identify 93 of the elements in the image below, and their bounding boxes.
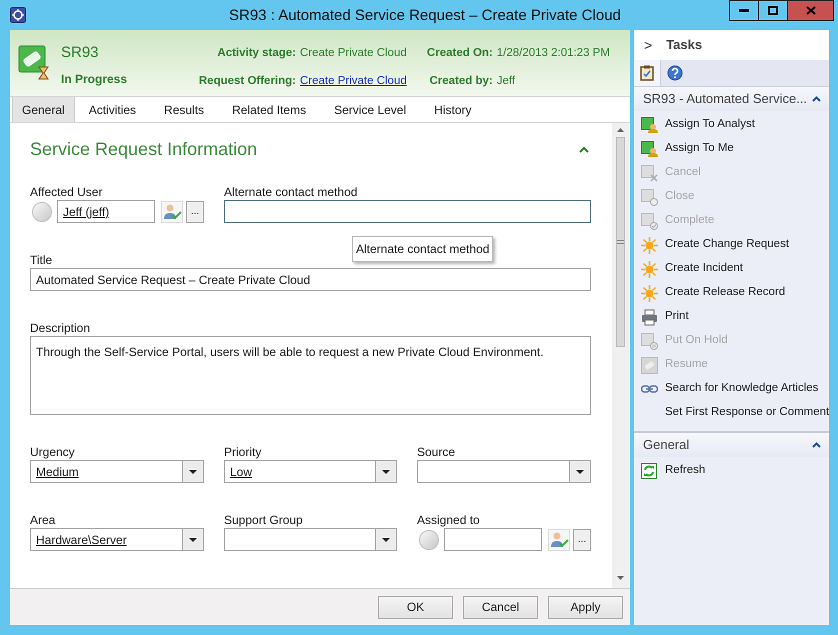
- dialog-button[interactable]: OK: [378, 596, 453, 618]
- dropdown-arrow-icon[interactable]: [382, 538, 390, 542]
- tab[interactable]: Related Items: [218, 97, 320, 122]
- assign-user-icon: [641, 140, 658, 158]
- status-indicator: [419, 530, 439, 550]
- user-field[interactable]: [444, 528, 542, 551]
- pane-title: Tasks: [666, 36, 702, 54]
- section-heading: General: [643, 436, 690, 454]
- pane-tab[interactable]: [634, 60, 661, 86]
- collapse-icon[interactable]: [812, 442, 822, 448]
- request-status: In Progress: [61, 70, 128, 88]
- user-field[interactable]: Jeff (jeff): [57, 200, 155, 223]
- assign-user-icon: [641, 116, 658, 134]
- detail-label: Activity stage:: [216, 46, 296, 61]
- request-offering-link[interactable]: Create Private Cloud: [300, 73, 407, 90]
- disabled-hold-icon: [641, 332, 658, 350]
- person-check-icon: [548, 528, 570, 550]
- expand-pane-button[interactable]: >: [644, 34, 652, 56]
- grip-icon: [617, 240, 624, 244]
- maximize-icon: [768, 6, 778, 15]
- text-field[interactable]: [224, 200, 591, 223]
- scrollbar[interactable]: [612, 123, 629, 588]
- section-title: Service Request Information: [30, 138, 258, 161]
- dropdown-arrow-icon[interactable]: [382, 470, 390, 474]
- disabled-cancel-icon: [641, 164, 658, 182]
- tab[interactable]: Results: [150, 97, 218, 122]
- maximize-button[interactable]: [759, 0, 787, 21]
- detail-label: Created On:: [426, 46, 493, 61]
- dropdown-arrow-icon[interactable]: [189, 470, 197, 474]
- task-item[interactable]: Create Release Record: [634, 281, 830, 305]
- task-item[interactable]: Refresh: [634, 459, 830, 483]
- dialog-button[interactable]: Cancel: [463, 596, 538, 618]
- sun-icon: [641, 236, 658, 254]
- disabled-complete-icon: [641, 212, 658, 230]
- dropdown[interactable]: Hardware\Server: [30, 528, 204, 551]
- task-item[interactable]: Print: [634, 305, 830, 329]
- dropdown[interactable]: Medium: [30, 460, 204, 483]
- minimize-icon: [739, 9, 749, 12]
- tab[interactable]: General: [12, 97, 75, 122]
- detail-label: Created by:: [428, 74, 493, 90]
- printer-icon: [641, 308, 658, 326]
- detail-value: 1/28/2013 2:01:23 PM: [496, 46, 610, 61]
- field-label: Affected User: [30, 184, 104, 199]
- task-item[interactable]: Create Incident: [634, 257, 830, 281]
- person-check-icon: [161, 200, 183, 222]
- section-heading: SR93 - Automated Service...: [643, 90, 808, 108]
- description-field[interactable]: Through the Self-Service Portal, users will be able to request a new Private Cloud Environment.: [30, 336, 591, 415]
- tab[interactable]: History: [420, 97, 486, 122]
- minimize-button[interactable]: [729, 0, 759, 21]
- status-indicator: [32, 202, 52, 222]
- field-label: Support Group: [224, 512, 304, 527]
- sun-icon: [641, 284, 658, 302]
- detail-value: Jeff: [496, 74, 516, 90]
- task-item[interactable]: Assign To Me: [634, 137, 830, 161]
- dropdown-arrow-icon[interactable]: [576, 470, 584, 474]
- field-label: Area: [30, 512, 56, 527]
- clipboard-icon: [640, 65, 654, 81]
- browse-button[interactable]: ...: [186, 200, 204, 222]
- tab[interactable]: Service Level: [320, 97, 420, 122]
- close-button[interactable]: [787, 0, 834, 21]
- help-icon: [666, 65, 682, 81]
- window-title: SR93 : Automated Service Request – Create Private Cloud: [229, 6, 621, 26]
- field-label: Assigned to: [417, 512, 481, 527]
- task-item[interactable]: Assign To Analyst: [634, 113, 830, 137]
- app-icon[interactable]: [10, 7, 26, 23]
- scrollbar-thumb[interactable]: [616, 137, 625, 347]
- disabled-close-icon: [641, 188, 658, 206]
- field-label: Priority: [224, 444, 262, 459]
- tab[interactable]: Activities: [74, 97, 150, 122]
- disabled-resume-icon: [641, 356, 658, 374]
- detail-value: Create Private Cloud: [300, 46, 407, 61]
- close-icon: [806, 6, 816, 15]
- select-user-button[interactable]: [161, 200, 183, 222]
- collapse-icon[interactable]: [579, 146, 589, 154]
- field-label: Source: [417, 444, 456, 459]
- sun-icon: [641, 260, 658, 278]
- dialog-button[interactable]: Apply: [548, 596, 623, 618]
- field-label: Urgency: [30, 444, 76, 459]
- task-item[interactable]: Create Change Request: [634, 233, 830, 257]
- dropdown-arrow-icon[interactable]: [189, 538, 197, 542]
- field-label: Description: [30, 320, 92, 335]
- browse-button[interactable]: ...: [573, 528, 591, 550]
- tooltip: Alternate contact method: [352, 236, 494, 262]
- text-field[interactable]: Automated Service Request – Create Private Cloud: [30, 268, 591, 291]
- collapse-icon[interactable]: [812, 96, 822, 102]
- refresh-icon: [641, 462, 658, 480]
- detail-label: Request Offering:: [198, 74, 296, 90]
- request-id: SR93: [61, 43, 100, 63]
- field-label: Alternate contact method: [224, 184, 358, 199]
- dropdown[interactable]: Low: [224, 460, 397, 483]
- select-user-button[interactable]: [548, 528, 570, 550]
- field-label: Title: [30, 252, 54, 267]
- task-item[interactable]: Search for Knowledge Articles: [634, 377, 830, 401]
